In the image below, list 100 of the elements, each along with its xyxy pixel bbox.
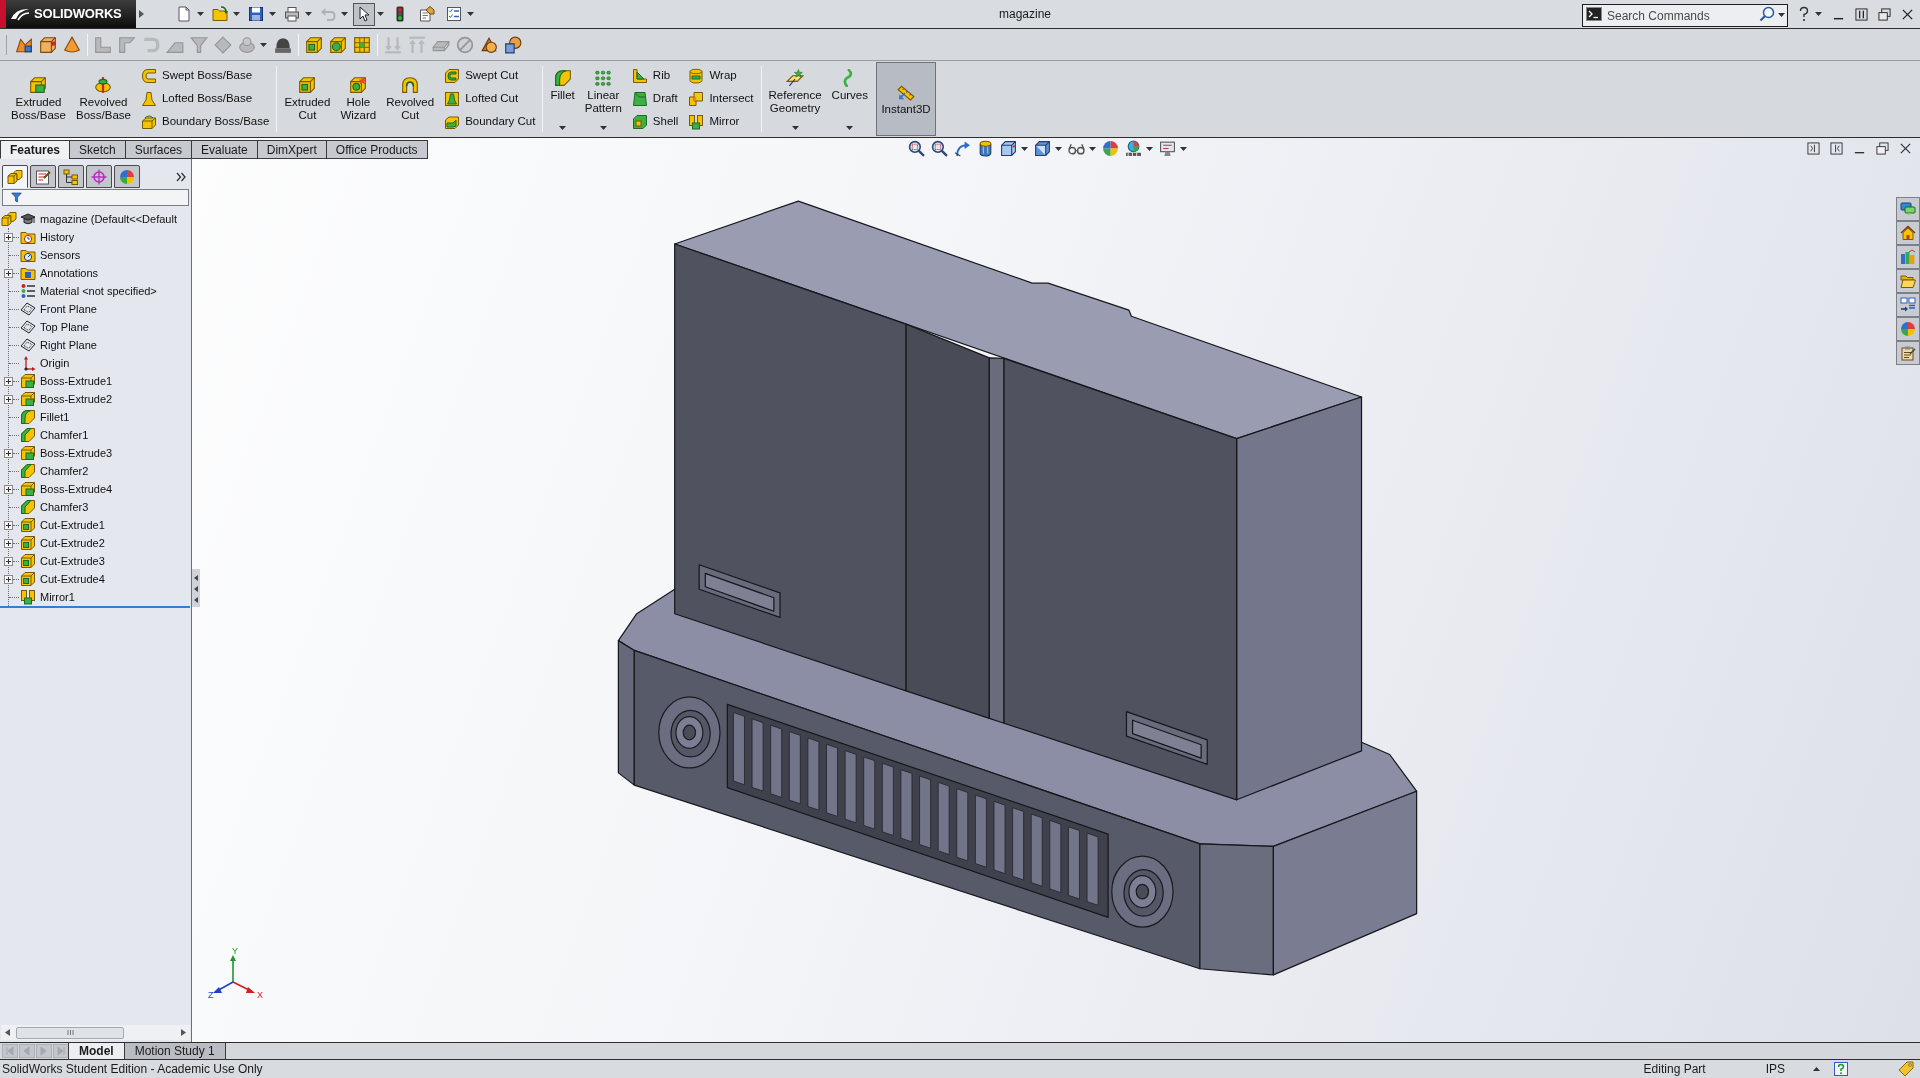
tile-left-icon[interactable] xyxy=(1807,142,1820,155)
expand-toggle-icon[interactable] xyxy=(4,394,13,404)
ribbon-button[interactable]: Reference Geometry xyxy=(766,62,824,136)
caret-icon[interactable] xyxy=(260,42,267,47)
ribbon-button[interactable]: Wrap xyxy=(686,64,756,88)
help-icon[interactable] xyxy=(1798,6,1810,22)
scrollbar-thumb[interactable] xyxy=(16,1026,124,1039)
tree-item[interactable]: Mirror1 xyxy=(20,588,75,606)
tree-item[interactable]: Top Plane xyxy=(20,318,89,336)
scroll-right-icon[interactable] xyxy=(181,1029,186,1036)
shaded-cube-icon[interactable] xyxy=(1033,140,1051,157)
ribbon-button[interactable]: Curves xyxy=(829,62,870,136)
expand-toggle-icon[interactable] xyxy=(4,268,13,278)
task-pane-tab[interactable] xyxy=(1896,293,1920,317)
caret-icon[interactable] xyxy=(1088,146,1096,151)
caret-icon[interactable] xyxy=(1054,146,1062,151)
tree-item[interactable]: History xyxy=(20,228,75,246)
tree-item[interactable]: magazine (Default<<Default xyxy=(40,210,177,228)
expand-toggle-icon[interactable] xyxy=(4,484,13,494)
cube-icon[interactable] xyxy=(999,140,1017,157)
tree-item[interactable]: Chamfer3 xyxy=(20,498,89,516)
ribbon-button[interactable]: Hole Wizard xyxy=(338,62,379,136)
search-field[interactable]: Search Commands xyxy=(1582,4,1788,27)
ribbon-button[interactable]: Swept Cut xyxy=(442,64,538,88)
tree-item[interactable]: Boss-Extrude3 xyxy=(20,444,113,462)
caret-icon[interactable] xyxy=(1145,146,1153,151)
caret-icon[interactable] xyxy=(1179,146,1187,151)
skip-start-icon[interactable] xyxy=(2,1044,18,1058)
ribbon-button[interactable]: Revolved Cut xyxy=(384,62,437,136)
caret-icon[interactable] xyxy=(197,12,204,16)
double-chevron-icon[interactable] xyxy=(176,172,186,182)
toolbar-button[interactable] xyxy=(353,2,375,26)
caret-icon[interactable] xyxy=(233,12,240,16)
tree-item[interactable]: Fillet1 xyxy=(20,408,70,426)
ribbon-button[interactable]: Lofted Cut xyxy=(442,87,538,111)
document-tab[interactable]: Model xyxy=(68,1043,125,1059)
command-tab[interactable]: Sketch xyxy=(69,140,126,159)
tile-right-icon[interactable] xyxy=(1830,142,1843,155)
color-ball-icon[interactable] xyxy=(1101,140,1119,157)
tree-item[interactable]: Chamfer1 xyxy=(20,426,89,444)
shapes-icon[interactable] xyxy=(504,35,522,54)
cube-icon[interactable] xyxy=(39,35,57,54)
tree-item[interactable]: Right Plane xyxy=(20,336,97,354)
flyout-arrow-icon[interactable] xyxy=(139,10,144,18)
box-grid-icon[interactable] xyxy=(353,35,371,54)
cone-icon[interactable] xyxy=(63,35,81,54)
solid-shape-icon[interactable] xyxy=(15,35,33,54)
box-circle-icon[interactable] xyxy=(329,35,347,54)
restore-icon[interactable] xyxy=(1878,7,1891,21)
magnifier-icon[interactable] xyxy=(930,140,948,157)
caret-icon[interactable] xyxy=(1020,146,1028,151)
ribbon-button[interactable]: Rib xyxy=(629,64,681,88)
caret-icon[interactable] xyxy=(305,12,312,16)
tree-item[interactable]: Cut-Extrude2 xyxy=(20,534,105,552)
expand-toggle-icon[interactable] xyxy=(4,520,13,530)
tree-item[interactable]: Sensors xyxy=(20,246,81,264)
tile-icon[interactable] xyxy=(1855,7,1868,21)
manager-tab[interactable] xyxy=(86,165,112,188)
collapse-handle-icon[interactable] xyxy=(192,569,200,607)
caret-icon[interactable] xyxy=(1778,12,1785,17)
up-caret-icon[interactable] xyxy=(1813,1067,1820,1071)
ribbon-button[interactable]: Lofted Boss/Base xyxy=(138,87,272,111)
caret-icon[interactable] xyxy=(269,12,276,16)
ribbon-button[interactable]: Boundary Cut xyxy=(442,110,538,134)
ribbon-button[interactable]: Draft xyxy=(629,87,681,111)
tree-item[interactable]: Chamfer2 xyxy=(20,462,89,480)
tree-item[interactable]: Front Plane xyxy=(20,300,97,318)
ribbon-button[interactable]: Instant3D xyxy=(876,62,936,136)
task-pane-tab[interactable] xyxy=(1896,269,1920,293)
expand-toggle-icon[interactable] xyxy=(4,232,13,242)
dome-icon[interactable] xyxy=(274,35,292,54)
tree-item[interactable]: Cut-Extrude1 xyxy=(20,516,105,534)
document-tab[interactable]: Motion Study 1 xyxy=(123,1043,226,1059)
scroll-left-icon[interactable] xyxy=(5,1029,10,1036)
caret-icon[interactable] xyxy=(1815,12,1822,16)
search-icon[interactable] xyxy=(1759,5,1775,22)
filter-field[interactable] xyxy=(2,189,189,206)
scene-ball-icon[interactable] xyxy=(1124,140,1142,157)
tree-item[interactable]: Boss-Extrude4 xyxy=(20,480,113,498)
ribbon-button[interactable]: Shell xyxy=(629,110,681,134)
command-tab[interactable]: Office Products xyxy=(325,140,428,159)
task-pane-tab[interactable] xyxy=(1896,221,1920,245)
ribbon-button[interactable]: Boundary Boss/Base xyxy=(138,110,272,134)
caret-icon[interactable] xyxy=(341,12,348,16)
command-tab[interactable]: Surfaces xyxy=(124,140,193,159)
task-pane-tab[interactable] xyxy=(1896,197,1920,221)
expand-toggle-icon[interactable] xyxy=(4,574,13,584)
manager-tab[interactable] xyxy=(2,165,28,188)
ribbon-button[interactable]: Extruded Boss/Base xyxy=(9,62,68,136)
manager-tab[interactable] xyxy=(30,165,56,188)
ribbon-button[interactable]: Linear Pattern xyxy=(582,62,624,136)
skip-end-icon[interactable] xyxy=(53,1044,69,1058)
expand-toggle-icon[interactable] xyxy=(4,538,13,548)
ribbon-button[interactable]: Extruded Cut xyxy=(282,62,333,136)
tag-icon[interactable] xyxy=(1898,1061,1914,1077)
horizontal-scrollbar[interactable] xyxy=(1,1025,190,1040)
command-tab[interactable]: Evaluate xyxy=(191,140,258,159)
caret-icon[interactable] xyxy=(377,12,384,16)
expand-toggle-icon[interactable] xyxy=(4,376,13,386)
box-square-icon[interactable] xyxy=(305,35,323,54)
